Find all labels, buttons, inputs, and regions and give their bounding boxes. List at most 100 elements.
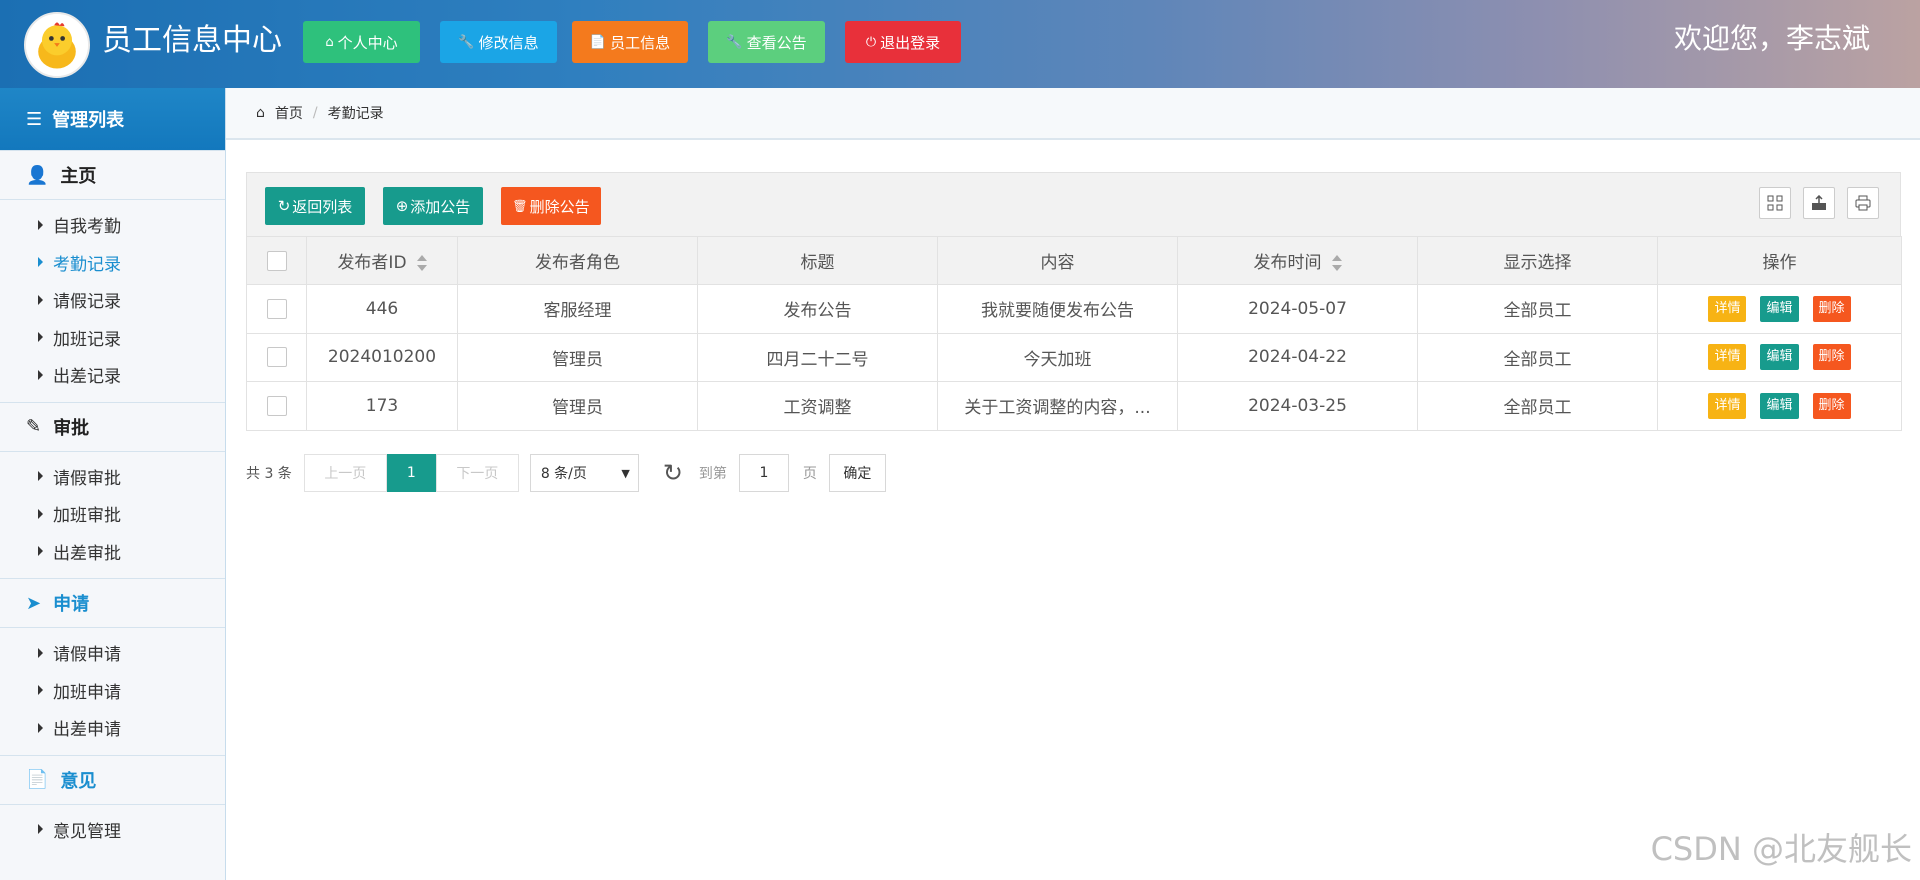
sidebar-item-leave-approval[interactable]: 请假审批 [0, 458, 225, 496]
sidebar-item-feedback-manage[interactable]: 意见管理 [0, 811, 225, 849]
file-icon: 📄 [26, 769, 49, 790]
col-title: 标题 [697, 236, 938, 285]
prev-page-button[interactable]: 上一页 [303, 454, 387, 492]
cell-content: 今天加班 [937, 332, 1178, 382]
sidebar-item-trip-records[interactable]: 出差记录 [0, 356, 225, 394]
export-icon[interactable] [1803, 187, 1835, 219]
page-size-select[interactable]: 8 条/页 ▼ [529, 454, 639, 492]
breadcrumb-separator: / [312, 105, 318, 121]
cell-publisher-id: 2024010200 [306, 332, 458, 382]
cell-publisher-id: 446 [306, 284, 458, 334]
table-row: 173 管理员 工资调整 关于工资调整的内容，... 2024-03-25 全部… [246, 381, 1902, 431]
refresh-icon[interactable]: ↻ [663, 459, 683, 487]
add-notice-button[interactable]: ⊕ 添加公告 [383, 187, 483, 225]
select-all-cell [246, 236, 307, 285]
delete-notice-button[interactable]: 🗑 删除公告 [501, 187, 601, 225]
sidebar-section-label: 申请 [53, 594, 90, 615]
delete-button[interactable]: 删除 [1812, 392, 1851, 419]
refresh-icon: ↻ [277, 197, 291, 215]
employee-info-button[interactable]: 📄 员工信息 [572, 21, 688, 63]
sidebar-section-feedback[interactable]: 📄 意见 [0, 754, 225, 805]
table-row: 446 客服经理 发布公告 我就要随便发布公告 2024-05-07 全部员工 … [246, 284, 1902, 334]
document-icon: 📄 [589, 34, 607, 50]
top-header: 员工信息中心 ⌂ 个人中心 🔧 修改信息 📄 员工信息 🔧 查看公告 ⏻ 退出登… [0, 0, 1920, 88]
row-checkbox[interactable] [266, 347, 287, 368]
sidebar-section-apply[interactable]: ➤ 申请 [0, 578, 225, 628]
row-checkbox[interactable] [266, 395, 287, 416]
sidebar-section-home[interactable]: 👤 主页 [0, 150, 225, 200]
cell-publisher-role: 管理员 [457, 332, 698, 382]
breadcrumb-home-link[interactable]: 首页 [275, 103, 303, 123]
sidebar-item-label: 自我考勤 [53, 217, 121, 238]
col-publisher-role: 发布者角色 [457, 236, 698, 285]
sidebar-item-trip-apply[interactable]: 出差申请 [0, 709, 225, 747]
delete-button[interactable]: 删除 [1812, 295, 1851, 322]
home-icon: ⌂ [325, 34, 334, 50]
caret-right-icon [38, 508, 43, 519]
goto-confirm-button[interactable]: 确定 [828, 454, 886, 492]
pagination: 共 3 条 上一页 1 下一页 8 条/页 ▼ ↻ 到第 1 页 确定 [246, 454, 886, 492]
caret-right-icon [38, 546, 43, 557]
add-notice-label: 添加公告 [410, 197, 471, 216]
sidebar-item-label: 加班申请 [53, 682, 121, 703]
view-notice-button[interactable]: 🔧 查看公告 [708, 21, 825, 63]
sidebar-item-overtime-approval[interactable]: 加班审批 [0, 495, 225, 533]
col-publish-time[interactable]: 发布时间 [1177, 236, 1418, 285]
next-page-button[interactable]: 下一页 [435, 454, 519, 492]
logout-button[interactable]: ⏻ 退出登录 [845, 21, 961, 63]
sidebar-item-overtime-apply[interactable]: 加班申请 [0, 672, 225, 710]
back-to-list-label: 返回列表 [292, 197, 353, 216]
column-header-label: 发布者角色 [535, 253, 620, 273]
current-page-button[interactable]: 1 [386, 454, 436, 492]
print-icon[interactable] [1847, 187, 1879, 219]
col-publisher-id[interactable]: 发布者ID [306, 236, 458, 285]
caret-right-icon [38, 824, 43, 835]
cell-title: 发布公告 [697, 284, 938, 334]
delete-notice-label: 删除公告 [529, 197, 590, 216]
sidebar-item-trip-approval[interactable]: 出差审批 [0, 533, 225, 571]
sidebar-section-label: 审批 [53, 417, 90, 439]
edit-icon: ✎ [26, 416, 42, 437]
cell-display-scope: 全部员工 [1417, 381, 1658, 431]
detail-button[interactable]: 详情 [1708, 344, 1747, 371]
welcome-text: 欢迎您，李志斌 [1673, 22, 1870, 55]
row-checkbox[interactable] [266, 298, 287, 319]
col-actions: 操作 [1657, 236, 1902, 285]
edit-button[interactable]: 编辑 [1760, 392, 1799, 419]
sidebar-item-self-attendance[interactable]: 自我考勤 [0, 206, 225, 244]
delete-button[interactable]: 删除 [1812, 344, 1851, 371]
sidebar-item-label: 考勤记录 [53, 254, 121, 275]
sidebar-item-overtime-records[interactable]: 加班记录 [0, 319, 225, 357]
columns-filter-icon[interactable] [1759, 187, 1791, 219]
table-toolbar: ↻ 返回列表 ⊕ 添加公告 🗑 删除公告 [246, 172, 1901, 236]
notice-table: 发布者ID 发布者角色 标题 内容 发布时间 显示选择 操作 446 客服经理 … [246, 236, 1902, 431]
edit-info-button[interactable]: 🔧 修改信息 [440, 21, 557, 63]
sidebar-item-attendance-records[interactable]: 考勤记录 [0, 244, 225, 282]
back-to-list-button[interactable]: ↻ 返回列表 [265, 187, 365, 225]
wrench-icon: 🔧 [458, 34, 475, 50]
sidebar-item-leave-apply[interactable]: 请假申请 [0, 634, 225, 672]
logo-chick-icon [24, 12, 90, 78]
edit-button[interactable]: 编辑 [1760, 295, 1799, 322]
sidebar-section-approval[interactable]: ✎ 审批 [0, 401, 225, 452]
breadcrumb-current: 考勤记录 [327, 106, 384, 122]
detail-button[interactable]: 详情 [1708, 295, 1747, 322]
table-header-row: 发布者ID 发布者角色 标题 内容 发布时间 显示选择 操作 [246, 236, 1902, 285]
edit-info-label: 修改信息 [478, 33, 539, 52]
sort-icon[interactable] [1331, 255, 1342, 271]
detail-button[interactable]: 详情 [1708, 392, 1747, 419]
edit-button[interactable]: 编辑 [1760, 344, 1799, 371]
page-size-value: 8 条/页 [540, 466, 587, 482]
trash-icon: 🗑 [512, 199, 528, 213]
cell-content: 我就要随便发布公告 [937, 284, 1178, 334]
personal-center-button[interactable]: ⌂ 个人中心 [303, 21, 420, 63]
goto-page-input[interactable]: 1 [738, 454, 789, 492]
watermark: CSDN @北友舰长 [1650, 830, 1912, 868]
select-all-checkbox[interactable] [266, 250, 287, 271]
caret-right-icon [38, 332, 43, 343]
cell-actions: 详情 编辑 删除 [1657, 381, 1902, 431]
sort-icon[interactable] [416, 255, 427, 271]
sidebar-item-leave-records[interactable]: 请假记录 [0, 281, 225, 319]
column-header-label: 内容 [1040, 253, 1075, 273]
goto-prefix: 到第 [698, 466, 727, 482]
